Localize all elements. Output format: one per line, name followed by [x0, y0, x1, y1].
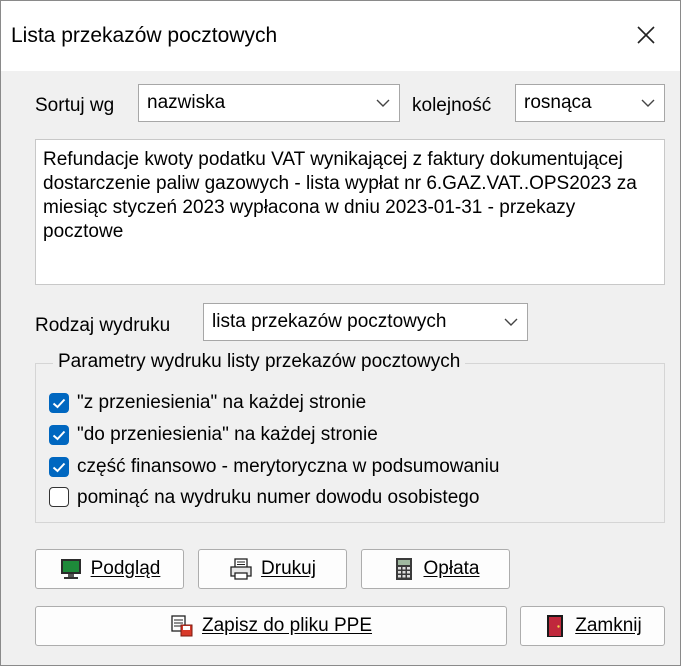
calculator-icon	[395, 558, 412, 580]
order-label: kolejność	[412, 95, 492, 116]
print-type-select[interactable]: lista przekazów pocztowych	[203, 303, 528, 341]
chevron-down-icon	[504, 318, 518, 326]
title-bar: Lista przekazów pocztowych	[1, 1, 680, 71]
order-value: rosnąca	[524, 92, 592, 113]
checkbox-financial-part[interactable]	[49, 457, 69, 477]
print-params-legend: Parametry wydruku listy przekazów poczto…	[53, 351, 466, 373]
close-button-label: Zamknij	[575, 615, 642, 636]
monitor-icon	[60, 559, 81, 579]
checkmark-icon	[52, 398, 66, 409]
checkmark-icon	[52, 430, 66, 441]
checkbox-from-carryover-label[interactable]: "z przeniesienia" na każdej stronie	[77, 392, 366, 414]
close-button[interactable]: Zamknij	[520, 606, 665, 646]
preview-button-label: Podgląd	[90, 558, 161, 579]
checkbox-omit-id-number[interactable]	[49, 487, 69, 507]
save-to-file-icon	[171, 615, 193, 637]
order-select[interactable]: rosnąca	[515, 84, 665, 122]
print-button-label: Drukuj	[261, 558, 316, 579]
checkbox-financial-part-label[interactable]: część finansowo - merytoryczna w podsumo…	[77, 456, 499, 478]
checkbox-from-carryover[interactable]	[49, 393, 69, 413]
close-window-button[interactable]	[621, 13, 671, 57]
checkmark-icon	[52, 462, 66, 473]
print-type-label: Rodzaj wydruku	[35, 315, 171, 336]
description-text: Refundacje kwoty podatku VAT wynikającej…	[43, 149, 637, 242]
dialog-window: Lista przekazów pocztowych Sortuj wg naz…	[0, 0, 681, 666]
preview-button[interactable]: Podgląd	[35, 549, 184, 589]
printer-icon	[230, 558, 252, 580]
description-textarea[interactable]: Refundacje kwoty podatku VAT wynikającej…	[35, 139, 665, 285]
exit-door-icon	[547, 615, 564, 637]
chevron-down-icon	[641, 99, 655, 107]
chevron-down-icon	[376, 99, 390, 107]
sort-by-select[interactable]: nazwiska	[138, 84, 400, 122]
print-type-value: lista przekazów pocztowych	[212, 311, 447, 332]
checkbox-to-carryover[interactable]	[49, 425, 69, 445]
save-ppe-button-label: Zapisz do pliku PPE	[201, 615, 373, 636]
print-button[interactable]: Drukuj	[198, 549, 347, 589]
close-icon	[637, 26, 655, 44]
save-ppe-button[interactable]: Zapisz do pliku PPE	[35, 606, 507, 646]
fee-button-label: Opłata	[423, 558, 480, 579]
checkbox-to-carryover-label[interactable]: "do przeniesienia" na każdej stronie	[77, 424, 378, 446]
checkbox-omit-id-number-label[interactable]: pominąć na wydruku numer dowodu osobiste…	[77, 487, 479, 509]
fee-button[interactable]: Opłata	[361, 549, 510, 589]
sort-label: Sortuj wg	[35, 95, 115, 116]
window-title: Lista przekazów pocztowych	[11, 24, 278, 47]
sort-by-value: nazwiska	[147, 92, 226, 113]
